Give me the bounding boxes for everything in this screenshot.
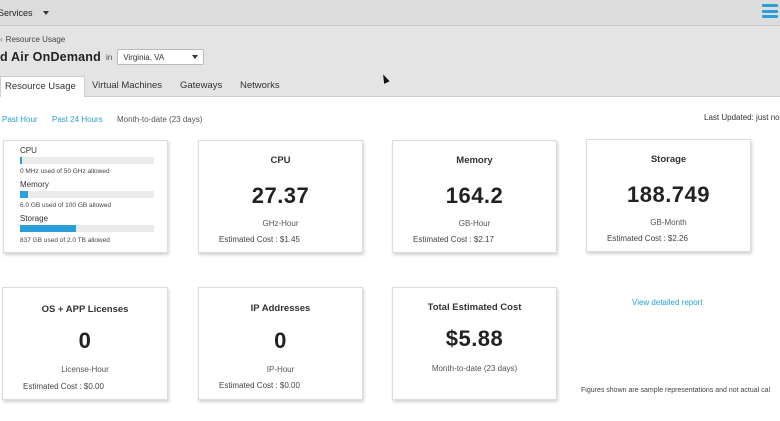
tab-resource-usage[interactable]: Resource Usage: [0, 76, 85, 97]
region-value: Virginia, VA: [123, 52, 165, 62]
cpu-card-value: 27.37: [251, 183, 310, 208]
storage-card-cost: Estimated Cost : $2.26: [607, 234, 688, 243]
total-card-title: Total Estimated Cost: [427, 302, 522, 313]
storage-card-value: 188.749: [626, 182, 711, 207]
ip-card-unit: IP-Hour: [266, 365, 295, 374]
usage-cpu-fill: [20, 157, 22, 164]
memory-card-value: 164.2: [445, 183, 504, 208]
region-in-label: in: [105, 52, 113, 62]
memory-card-cost: Estimated Cost : $2.17: [413, 235, 494, 244]
licenses-card: OS + APP Licenses 0 License-Hour Estimat…: [2, 287, 168, 400]
last-updated-text: Last Updated: just no: [704, 113, 780, 122]
back-arrow-icon[interactable]: ‹: [0, 35, 3, 44]
usage-memory-label: Memory: [20, 180, 49, 189]
view-detailed-report-link[interactable]: View detailed report: [632, 298, 703, 307]
storage-card-title: Storage: [650, 154, 687, 165]
ip-card-cost: Estimated Cost : $0.00: [219, 381, 300, 390]
licenses-card-cost: Estimated Cost : $0.00: [23, 382, 104, 391]
total-card-value: $5.88: [445, 326, 504, 351]
chevron-down-icon: [42, 11, 49, 15]
cpu-card-title: CPU: [270, 155, 291, 166]
footnote-disclaimer: Figures shown are sample representations…: [581, 387, 771, 394]
ip-card-title: IP Addresses: [250, 303, 311, 314]
page-header: ‹ Resource Usage d Air OnDemand in Virgi…: [0, 26, 780, 71]
usage-cpu-label: CPU: [20, 146, 37, 155]
hamburger-menu-icon[interactable]: [762, 2, 778, 20]
usage-storage-bar: [20, 225, 154, 232]
tab-gateways[interactable]: Gateways: [180, 76, 222, 97]
range-past-24-hours[interactable]: Past 24 Hours: [52, 115, 103, 124]
usage-memory-note: 6.0 GB used of 100 GB allowed: [20, 202, 112, 209]
memory-card: Memory 164.2 GB-Hour Estimated Cost : $2…: [392, 140, 557, 253]
usage-storage-fill: [20, 225, 77, 232]
usage-summary-card: CPU 0 MHz used of 50 GHz allowed Memory …: [3, 140, 168, 253]
range-month-to-date[interactable]: Month-to-date (23 days): [117, 115, 202, 124]
range-past-hour[interactable]: Past Hour: [2, 115, 38, 124]
ip-addresses-card: IP Addresses 0 IP-Hour Estimated Cost : …: [198, 287, 363, 400]
usage-cpu-bar: [20, 157, 154, 164]
tab-bar: Resource Usage Virtual Machines Gateways…: [0, 71, 780, 97]
services-label: Services: [0, 8, 33, 18]
cpu-card-unit: GHz-Hour: [262, 219, 299, 228]
tab-virtual-machines[interactable]: Virtual Machines: [92, 76, 162, 97]
usage-memory-bar: [20, 191, 154, 198]
chevron-down-icon: [192, 55, 199, 59]
cpu-card-cost: Estimated Cost : $1.45: [219, 235, 300, 244]
total-card-unit: Month-to-date (23 days): [431, 364, 518, 373]
top-bar: Services: [0, 0, 780, 26]
tab-networks[interactable]: Networks: [240, 76, 280, 97]
licenses-card-value: 0: [78, 328, 92, 353]
storage-card: Storage 188.749 GB-Month Estimated Cost …: [586, 139, 751, 252]
breadcrumb: ‹ Resource Usage: [0, 35, 65, 44]
memory-card-title: Memory: [456, 155, 493, 166]
cpu-card: CPU 27.37 GHz-Hour Estimated Cost : $1.4…: [198, 140, 363, 253]
usage-cpu-note: 0 MHz used of 50 GHz allowed: [20, 168, 110, 175]
ip-card-value: 0: [274, 328, 287, 353]
region-select[interactable]: Virginia, VA: [117, 49, 205, 65]
storage-card-unit: GB-Month: [650, 218, 687, 227]
total-cost-card: Total Estimated Cost $5.88 Month-to-date…: [392, 287, 557, 400]
page-title: d Air OnDemand: [0, 50, 101, 64]
breadcrumb-label[interactable]: Resource Usage: [6, 35, 66, 44]
services-menu[interactable]: Services: [0, 8, 49, 18]
usage-storage-note: 837 GB used of 2.0 TB allowed: [20, 237, 110, 244]
licenses-card-title: OS + APP Licenses: [41, 304, 129, 315]
usage-storage-label: Storage: [20, 214, 49, 223]
licenses-card-unit: License-Hour: [61, 365, 109, 374]
usage-memory-fill: [20, 191, 29, 198]
memory-card-unit: GB-Hour: [458, 219, 491, 228]
